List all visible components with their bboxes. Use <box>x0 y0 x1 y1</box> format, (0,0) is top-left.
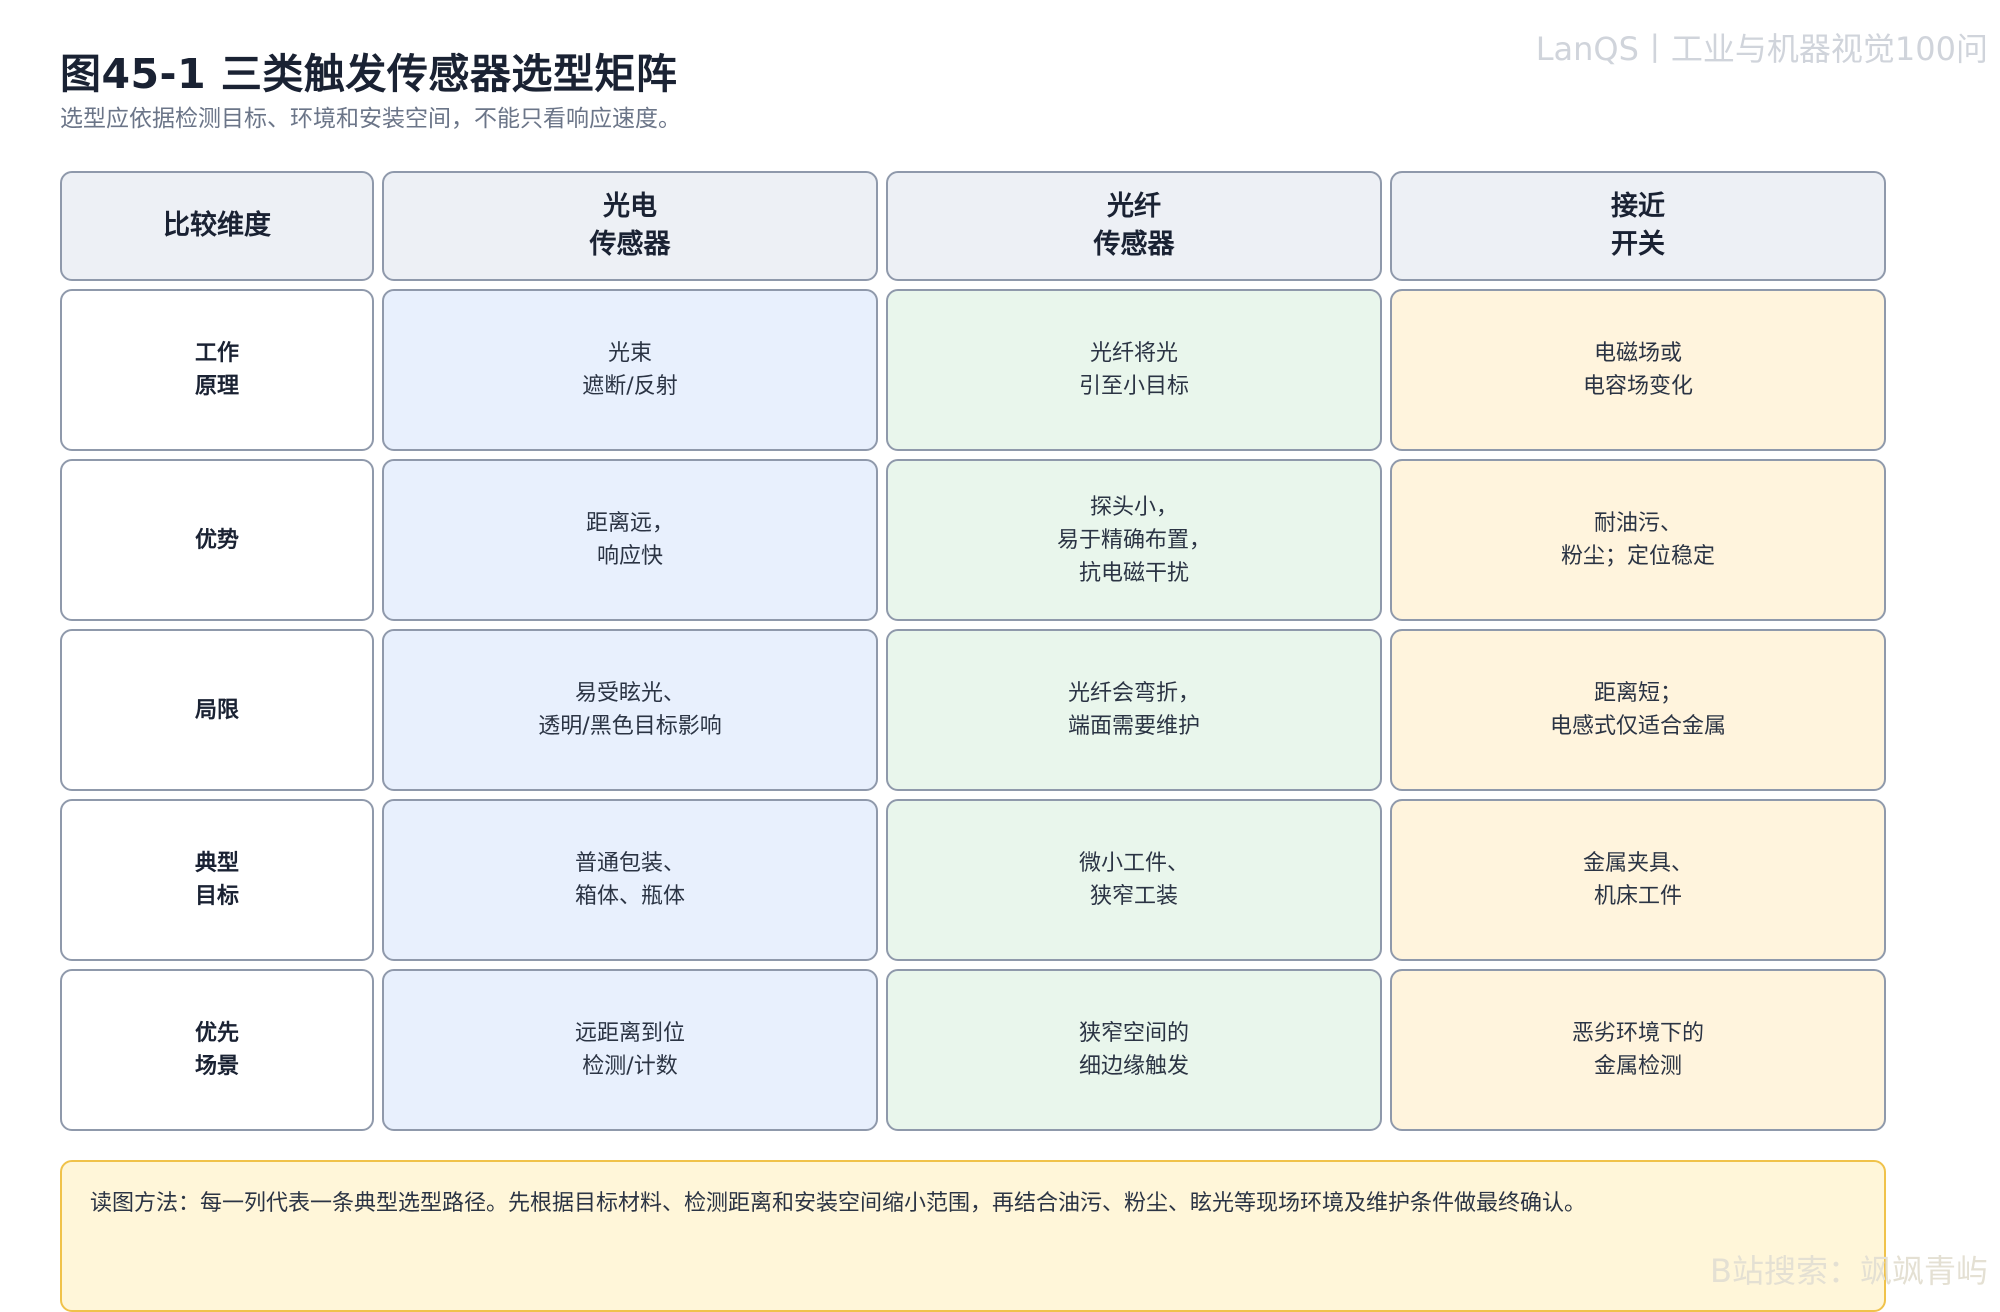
row-label-typical-target: 典型 目标 <box>60 799 374 961</box>
note-text: 读图方法：每一列代表一条典型选型路径。先根据目标材料、检测距离和安装空间缩小范围… <box>90 1191 1587 1216</box>
cell-scenario-fiber: 狭窄空间的 细边缘触发 <box>886 969 1382 1131</box>
reading-guide-note: 读图方法：每一列代表一条典型选型路径。先根据目标材料、检测距离和安装空间缩小范围… <box>60 1160 1886 1312</box>
header-corner: 比较维度 <box>60 171 374 281</box>
cell-advantage-fiber: 探头小， 易于精确布置， 抗电磁干扰 <box>886 459 1382 621</box>
cell-limitation-proximity: 距离短； 电感式仅适合金属 <box>1390 629 1886 791</box>
cell-limitation-photoelectric: 易受眩光、 透明/黑色目标影响 <box>382 629 878 791</box>
selection-matrix: 比较维度 光电 传感器 光纤 传感器 接近 开关 工作 原理 光束 遮断/反射 … <box>60 171 1886 1131</box>
row-label-principle: 工作 原理 <box>60 289 374 451</box>
row-label-priority-scenario: 优先 场景 <box>60 969 374 1131</box>
watermark-top: LanQS丨工业与机器视觉100问 <box>1535 30 1988 68</box>
row-label-advantage: 优势 <box>60 459 374 621</box>
cell-principle-photoelectric: 光束 遮断/反射 <box>382 289 878 451</box>
cell-limitation-fiber: 光纤会弯折， 端面需要维护 <box>886 629 1382 791</box>
figure-title: 图45-1 三类触发传感器选型矩阵 <box>60 50 678 98</box>
cell-advantage-photoelectric: 距离远， 响应快 <box>382 459 878 621</box>
cell-target-fiber: 微小工件、 狭窄工装 <box>886 799 1382 961</box>
cell-scenario-photoelectric: 远距离到位 检测/计数 <box>382 969 878 1131</box>
header-photoelectric: 光电 传感器 <box>382 171 878 281</box>
cell-target-proximity: 金属夹具、 机床工件 <box>1390 799 1886 961</box>
header-proximity: 接近 开关 <box>1390 171 1886 281</box>
watermark-bottom: B站搜索：飒飒青屿 <box>1710 1252 1988 1290</box>
figure-subtitle: 选型应依据检测目标、环境和安装空间，不能只看响应速度。 <box>60 106 681 132</box>
row-label-limitation: 局限 <box>60 629 374 791</box>
cell-principle-proximity: 电磁场或 电容场变化 <box>1390 289 1886 451</box>
cell-advantage-proximity: 耐油污、 粉尘；定位稳定 <box>1390 459 1886 621</box>
header-fiber: 光纤 传感器 <box>886 171 1382 281</box>
cell-scenario-proximity: 恶劣环境下的 金属检测 <box>1390 969 1886 1131</box>
cell-principle-fiber: 光纤将光 引至小目标 <box>886 289 1382 451</box>
cell-target-photoelectric: 普通包装、 箱体、瓶体 <box>382 799 878 961</box>
